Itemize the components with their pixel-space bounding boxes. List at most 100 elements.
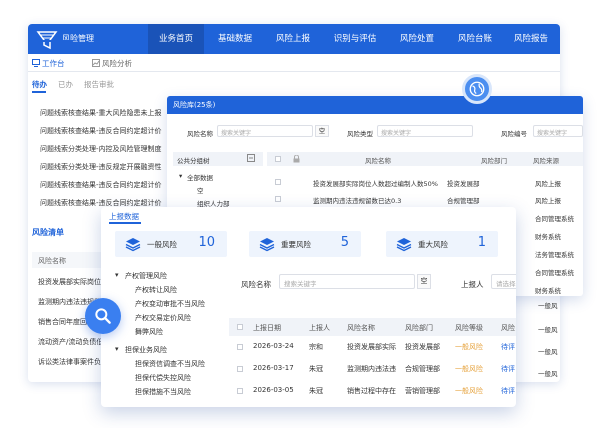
status-link[interactable]: 待评: [501, 364, 515, 374]
table-cell: 合同管理系统: [535, 269, 574, 277]
monitor-icon: [32, 59, 40, 67]
col-risk-dept: 风险部门: [481, 157, 507, 165]
active-subtab-indicator: [32, 91, 46, 93]
table-cell: 财务系统: [535, 233, 561, 241]
notice-item[interactable]: 问题线索核查结果-违反合同约定超计价: [40, 180, 162, 190]
tree-group-guarantee[interactable]: 担保业务风险: [125, 345, 167, 355]
tree-item[interactable]: 担保代偿失控风险: [135, 373, 191, 383]
list-item[interactable]: 投资发展部实际岗位人: [38, 277, 108, 287]
kpi-value: 5: [340, 235, 349, 250]
filter-name-input[interactable]: 搜索关键字: [217, 125, 313, 137]
subtab-report-approval[interactable]: 报告审批: [84, 79, 114, 90]
filter-type-label: 风险类型: [347, 130, 373, 138]
row-checkbox[interactable]: [237, 344, 243, 350]
nav-risk-reports[interactable]: 风险报告: [504, 24, 558, 54]
filter-name-label: 风险名称: [241, 280, 271, 289]
stack-icon: [396, 238, 412, 252]
filter-code-input[interactable]: 搜索关键字: [533, 125, 583, 137]
table-cell: 合同管理系统: [535, 215, 574, 223]
col-report-date: 上报日期: [253, 324, 281, 332]
subtab-todo[interactable]: 待办: [32, 79, 47, 90]
status-link[interactable]: 待评: [501, 342, 515, 352]
col-risk-name: 风险名称: [365, 157, 391, 165]
stack-icon: [125, 238, 141, 252]
table-cell: 法务管理系统: [535, 251, 574, 259]
filter-name-label: 风险名称: [187, 130, 213, 138]
row-checkbox[interactable]: [237, 388, 243, 394]
table-cell: 一般风: [538, 326, 558, 334]
col-risk-level: 风险等级: [455, 324, 483, 332]
workspace-tabs: 工作台 风险分析: [28, 54, 560, 72]
select-all-checkbox[interactable]: [237, 324, 243, 330]
notice-item[interactable]: 问题线索核查结果-重大风险隐患未上报: [40, 108, 162, 118]
status-link[interactable]: 待评: [501, 386, 515, 396]
nav-identify-assess[interactable]: 识别与评估: [324, 24, 386, 54]
nav-home[interactable]: 业务首页: [148, 24, 204, 54]
table-cell: 投资发展部: [447, 180, 480, 188]
nav-risk-report[interactable]: 风险上报: [266, 24, 320, 54]
risk-library-table-header: 风险名称 风险部门 风险来源: [267, 152, 583, 166]
tab-workbench[interactable]: 工作台: [42, 58, 65, 69]
risk-level-badge: 一般风险: [455, 365, 483, 373]
table-cell: 一般风: [538, 302, 558, 310]
tree-item[interactable]: 担保措施不当风险: [135, 387, 191, 397]
list-item[interactable]: 诉讼类法律事案件负: [38, 357, 101, 367]
top-nav-bar: 风险管理 业务首页 基础数据 风险上报 识别与评估 风险处置 风险台账 风险报告: [28, 24, 560, 54]
col-risk-name: 风险名称: [347, 324, 375, 332]
row-checkbox[interactable]: [275, 196, 281, 202]
table-cell: 2026-03-05: [253, 386, 294, 394]
filter-clear-button[interactable]: 空: [417, 274, 431, 289]
col-risk-source: 风险来源: [533, 157, 559, 165]
filter-code-label: 风险编号: [501, 130, 527, 138]
app-title: 风险管理: [62, 34, 94, 43]
tree-toggle-icon[interactable]: [247, 154, 255, 162]
col-risk-status: 风险: [501, 324, 515, 332]
tree-item[interactable]: 产权转让风险: [135, 285, 177, 295]
risk-level-badge: 一般风险: [455, 387, 483, 395]
tree-item[interactable]: 产权变动审批不当风险: [135, 299, 205, 309]
subtab-done[interactable]: 已办: [58, 79, 73, 90]
filter-name-clear-button[interactable]: 空: [315, 125, 329, 137]
table-cell: 财务系统: [535, 287, 561, 295]
col-risk-dept: 风险部门: [405, 324, 433, 332]
notice-item[interactable]: 问题线索分类处理-内控及风险管理制度: [40, 144, 162, 154]
kpi-major-risk: 重大风险 1: [386, 231, 498, 257]
notice-item[interactable]: 问题线索核查结果-违反合同约定超计价: [40, 126, 162, 136]
table-cell: 合规管理部: [405, 365, 440, 373]
table-cell: 投资发展部: [405, 343, 440, 351]
risk-library-title: 风险库(25条): [173, 101, 216, 109]
filter-type-input[interactable]: 搜索关键字: [377, 125, 473, 137]
table-cell: 风险上报: [535, 197, 561, 205]
row-checkbox[interactable]: [275, 179, 281, 185]
table-cell: 一般风: [538, 348, 558, 356]
tree-group-equity[interactable]: 产权管理风险: [125, 271, 167, 281]
tree-item[interactable]: 担保资信调查不当风险: [135, 359, 205, 369]
report-data-title: 上报数据: [109, 212, 139, 221]
list-item[interactable]: 流动资产/流动负债低: [38, 337, 103, 347]
table-cell: 一般风: [538, 370, 558, 378]
tree-node-empty[interactable]: 空: [197, 185, 204, 195]
kpi-label: 重大风险: [418, 240, 448, 249]
risk-list-title: 风险清单: [32, 228, 64, 237]
filter-reporter-select[interactable]: 请选择: [491, 274, 516, 289]
filter-name-input[interactable]: 搜索关键字: [279, 274, 415, 289]
table-cell: 销售过程中存在: [347, 387, 396, 395]
notice-item[interactable]: 问题线索分类处理-违反规定开展融资性: [40, 162, 162, 172]
nav-risk-ledger[interactable]: 风险台账: [448, 24, 502, 54]
table-cell: 2026-03-24: [253, 342, 294, 350]
tree-arrow-icon: ▾: [179, 172, 183, 180]
table-cell: 营销管理部: [405, 387, 440, 395]
tree-item[interactable]: 产权交易定价风险: [135, 313, 191, 323]
row-checkbox[interactable]: [237, 366, 243, 372]
tree-node-all[interactable]: 全部数据: [187, 172, 213, 182]
nav-risk-handling[interactable]: 风险处置: [390, 24, 444, 54]
nav-basic-data[interactable]: 基础数据: [208, 24, 262, 54]
report-data-window: 上报数据 一般风险 10 重要风险 5 重大风险 1 ▾ 产权管理风险 产权转让…: [101, 207, 516, 407]
tab-risk-analysis[interactable]: 风险分析: [102, 58, 132, 69]
tree-item[interactable]: 舞弊风险: [135, 327, 163, 337]
select-all-checkbox[interactable]: [275, 156, 281, 162]
stack-icon: [259, 238, 275, 252]
table-cell: 合规管理部: [447, 197, 480, 205]
table-cell: 朱冠: [309, 365, 323, 373]
lock-icon: [293, 155, 300, 163]
